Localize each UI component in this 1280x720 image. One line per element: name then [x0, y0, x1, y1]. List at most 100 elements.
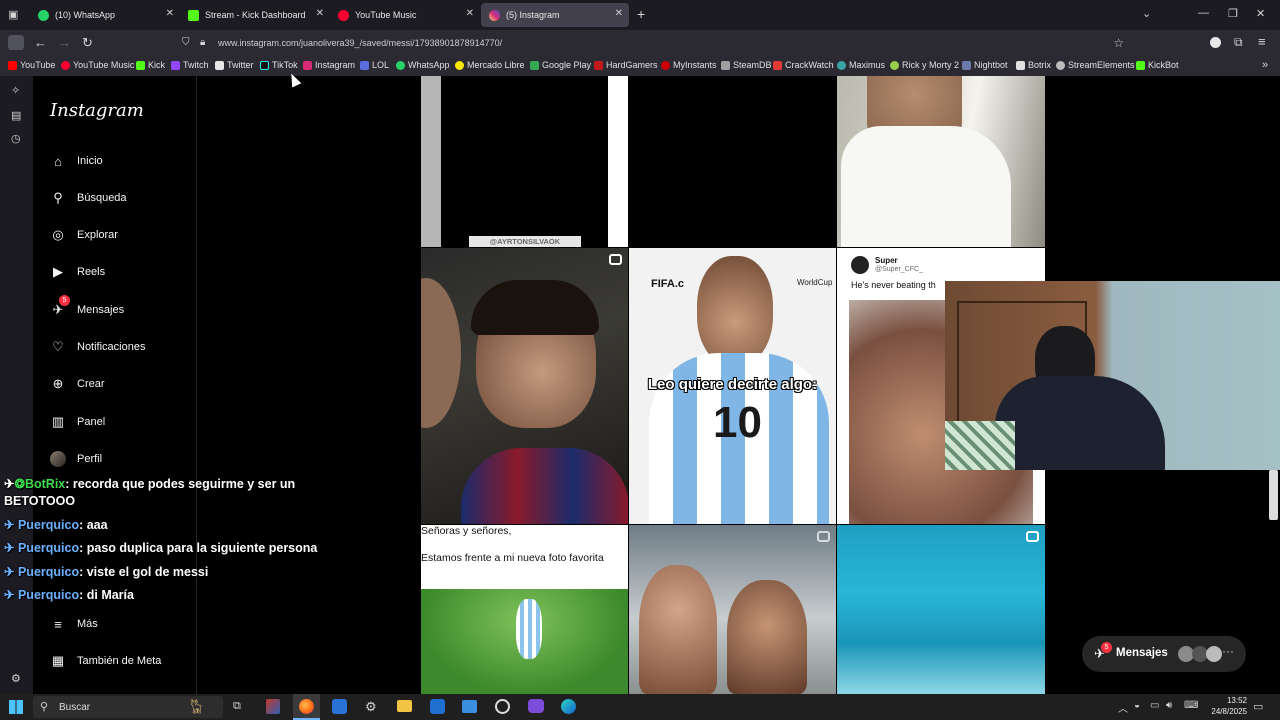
back-icon[interactable]: ← [34, 35, 47, 50]
messages-floating-button[interactable]: ✈︎ 5 Mensajes ··· [1082, 636, 1246, 672]
tab-list-icon[interactable]: ▣ [8, 8, 18, 21]
bookmark-lol[interactable]: LOL [360, 60, 389, 70]
post-tile-8[interactable] [629, 525, 836, 694]
settings-gear-icon[interactable]: ⚙ [11, 672, 21, 685]
post-tile-7[interactable]: Señoras y señores, Estamos frente a mi n… [421, 525, 628, 694]
close-tab-icon[interactable]: ✕ [166, 8, 174, 19]
bookmark-google-play[interactable]: Google Play [530, 60, 591, 70]
tray-expand-icon[interactable]: ︿ [1118, 700, 1128, 715]
nav-also-from-meta[interactable]: ▦ También de Meta [49, 652, 162, 670]
bookmark-nightbot[interactable]: Nightbot [962, 60, 1008, 70]
post-tile-1[interactable]: @AYRTONSILVAOK [421, 76, 628, 247]
reel-icon [609, 254, 622, 265]
compass-icon: ◎ [52, 227, 64, 242]
instagram-logo[interactable]: Instagram [50, 100, 144, 121]
nav-profile[interactable]: Perfil [49, 450, 102, 468]
clock-date[interactable]: 24/8/2025 [1199, 707, 1247, 716]
page-scrollbar-thumb[interactable] [1269, 470, 1278, 520]
post-tile-2[interactable] [629, 76, 836, 247]
nav-home[interactable]: ⌂ Inicio [49, 152, 103, 170]
close-tab-icon[interactable]: ✕ [615, 8, 623, 19]
volume-icon[interactable]: 🔊︎ [1166, 700, 1172, 711]
nav-search[interactable]: ⚲ Búsqueda [49, 189, 126, 207]
bookmark-crackwatch[interactable]: CrackWatch [773, 60, 834, 70]
nav-more[interactable]: ≡ Más [49, 615, 98, 633]
notifications-icon[interactable]: ▭ [1253, 700, 1263, 713]
botrix-icon [1016, 60, 1025, 70]
bookmark-kickbot[interactable]: KickBot [1136, 60, 1179, 70]
menu-icon[interactable]: ≡ [1258, 34, 1266, 49]
more-bookmarks-icon[interactable]: » [1262, 59, 1268, 71]
nav-explore[interactable]: ◎ Explorar [49, 226, 118, 244]
minimize-icon[interactable]: — [1198, 7, 1209, 19]
app-icon[interactable] [266, 699, 280, 714]
edge-icon[interactable] [561, 699, 576, 714]
bookmark-whatsapp[interactable]: WhatsApp [396, 60, 450, 70]
firefox-taskbar-button[interactable] [293, 694, 320, 720]
photo-hair [471, 280, 599, 335]
search-placeholder: Buscar [59, 702, 91, 713]
nav-reels[interactable]: ▶︎ Reels [49, 263, 105, 281]
bookmark-kick[interactable]: Kick [136, 60, 165, 70]
bookmark-tiktok[interactable]: TikTok [260, 60, 298, 70]
maximize-icon[interactable]: ❐ [1228, 7, 1238, 20]
store-icon[interactable] [332, 699, 347, 714]
synced-tabs-icon[interactable]: ▤ [11, 109, 21, 122]
new-tab-icon[interactable]: + [637, 6, 645, 22]
account-icon[interactable] [1210, 37, 1221, 48]
bookmark-twitter[interactable]: Twitter [215, 60, 254, 70]
task-view-icon[interactable]: ⧉ [233, 700, 241, 713]
nav-dashboard[interactable]: ▥ Panel [49, 413, 105, 431]
language-icon[interactable]: ⌨ [1184, 700, 1198, 711]
obs-icon[interactable] [495, 699, 510, 714]
list-tabs-icon[interactable]: ⌄ [1142, 7, 1151, 20]
bookmark-streamelements[interactable]: StreamElements [1056, 60, 1135, 70]
nav-notifications[interactable]: ♡ Notificaciones [49, 338, 145, 356]
post-tile-3[interactable] [837, 76, 1045, 247]
bookmark-hardgamers[interactable]: HardGamers [594, 60, 658, 70]
address-bar[interactable]: ⛉ 🔒︎ www.instagram.com/juanolivera39_/sa… [178, 33, 1130, 53]
tab-whatsapp[interactable]: (10) WhatsApp ✕ [30, 3, 180, 27]
settings-gear-icon[interactable]: ⚙ [365, 699, 377, 715]
nav-messages[interactable]: ✈︎ 5 Mensajes [49, 295, 124, 319]
post-tile-5[interactable]: FIFA.c WorldCup 10 Leo quiere decirte al… [629, 248, 836, 524]
file-explorer-icon[interactable] [397, 700, 412, 712]
close-window-icon[interactable]: ✕ [1256, 7, 1265, 20]
bookmark-instagram[interactable]: Instagram [303, 60, 355, 70]
ai-sparkle-icon[interactable]: ✧ [11, 84, 20, 97]
windows-start-icon[interactable] [9, 700, 23, 714]
bookmark-youtube[interactable]: YouTube [8, 60, 55, 70]
bookmark-myinstants[interactable]: MyInstants [661, 60, 717, 70]
outlook-icon[interactable] [430, 699, 445, 714]
nav-create[interactable]: ⊕ Crear [49, 375, 105, 393]
tab-instagram[interactable]: (5) Instagram ✕ [481, 3, 629, 27]
post-tile-4[interactable] [421, 248, 628, 524]
clock-time[interactable]: 13:52 [1203, 696, 1247, 705]
app-icon[interactable] [528, 699, 544, 713]
post-tile-9[interactable] [837, 525, 1045, 694]
app-icon[interactable] [462, 700, 477, 713]
bookmark-mercado-libre[interactable]: Mercado Libre [455, 60, 525, 70]
tracking-shield-icon[interactable]: ⛉ [182, 37, 190, 48]
bookmark-star-icon[interactable]: ☆ [1113, 36, 1124, 50]
forward-icon[interactable]: → [58, 35, 71, 50]
extensions-icon[interactable]: ⧉ [1234, 35, 1243, 50]
reload-icon[interactable]: ↻ [82, 35, 93, 51]
worldcup-text: WorldCup [797, 278, 833, 287]
bookmark-maximus[interactable]: Maximus [837, 60, 885, 70]
close-tab-icon[interactable]: ✕ [316, 8, 324, 19]
bookmark-rick-y-morty[interactable]: Rick y Morty 2 [890, 60, 959, 70]
tab-kick-dashboard[interactable]: Stream - Kick Dashboard ✕ [180, 3, 330, 27]
bookmark-twitch[interactable]: Twitch [171, 60, 209, 70]
close-tab-icon[interactable]: ✕ [466, 8, 474, 19]
tray-app-icon[interactable]: ◒ [1134, 700, 1140, 711]
bookmark-youtube-music[interactable]: YouTube Music [61, 60, 134, 70]
network-icon[interactable]: ▭ [1150, 700, 1159, 711]
history-icon[interactable]: ◷ [11, 132, 21, 145]
taskbar-search-box[interactable]: ⚲ Buscar 🦌︎ [33, 696, 223, 718]
sidebar-toggle-icon[interactable] [8, 35, 24, 50]
bookmark-botrix[interactable]: Botrix [1016, 60, 1051, 70]
tab-youtube-music[interactable]: YouTube Music ✕ [330, 3, 480, 27]
bookmark-steamdb[interactable]: SteamDB [721, 60, 772, 70]
lock-icon[interactable]: 🔒︎ [200, 37, 205, 48]
